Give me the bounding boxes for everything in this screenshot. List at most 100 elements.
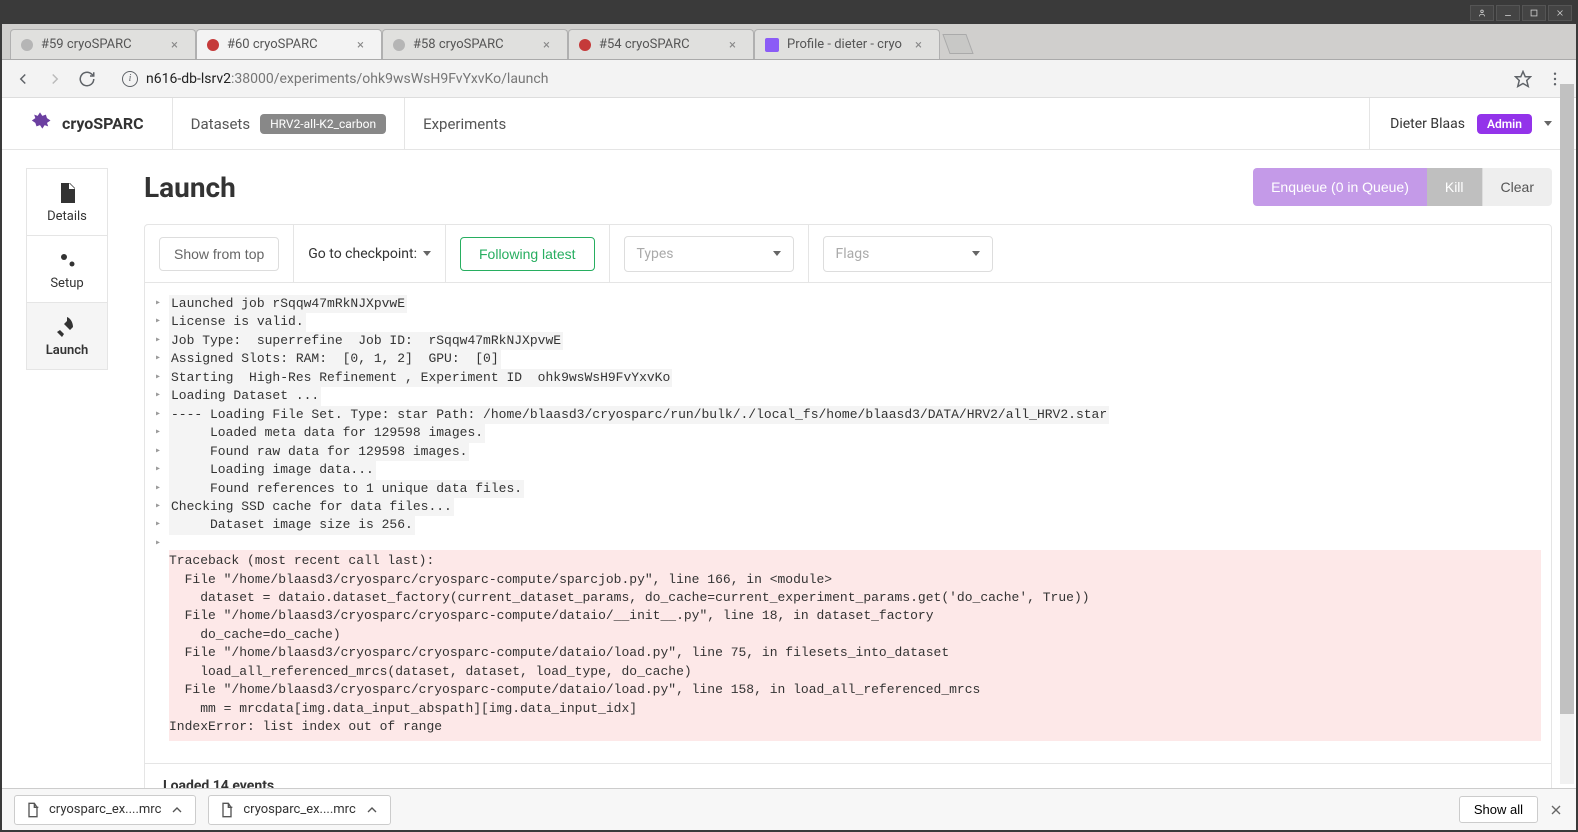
log-line: ▸ Found references to 1 unique data file… bbox=[155, 480, 1541, 498]
tab-title: #58 cryoSPARC bbox=[413, 37, 537, 52]
expand-caret-icon[interactable]: ▸ bbox=[155, 463, 169, 477]
log-text: Checking SSD cache for data files... bbox=[169, 498, 454, 516]
goto-checkpoint-dropdown[interactable]: Go to checkpoint: bbox=[308, 246, 431, 262]
sidebar-launch-label: Launch bbox=[46, 343, 89, 358]
app-logo[interactable]: cryoSPARC bbox=[26, 110, 172, 138]
browser-toolbar: i n616-db-lsrv2:38000/experiments/ohk9ws… bbox=[2, 60, 1576, 98]
close-tab-icon[interactable]: × bbox=[543, 38, 557, 52]
tab-favicon bbox=[579, 39, 591, 51]
app-header: cryoSPARC Datasets HRV2-all-K2_carbon Ex… bbox=[2, 98, 1576, 150]
os-close-button[interactable] bbox=[1548, 5, 1572, 21]
expand-caret-icon[interactable]: ▸ bbox=[155, 482, 169, 496]
download-item-1[interactable]: cryosparc_ex....mrc bbox=[14, 795, 196, 825]
log-toolbar: Show from top Go to checkpoint: Followin… bbox=[145, 225, 1551, 283]
browser-tab-strip: #59 cryoSPARC×#60 cryoSPARC×#58 cryoSPAR… bbox=[2, 24, 1576, 60]
address-bar[interactable]: i n616-db-lsrv2:38000/experiments/ohk9ws… bbox=[110, 65, 1500, 93]
chevron-up-icon[interactable] bbox=[364, 802, 380, 818]
log-text: Launched job rSqqw47mRkNJXpvwE bbox=[169, 295, 407, 313]
log-line: ▸Checking SSD cache for data files... bbox=[155, 498, 1541, 516]
tab-favicon bbox=[21, 39, 33, 51]
chevron-down-icon bbox=[1544, 121, 1552, 126]
clear-button[interactable]: Clear bbox=[1482, 168, 1552, 206]
log-text: Assigned Slots: RAM: [0, 1, 2] GPU: [0] bbox=[169, 350, 501, 368]
browser-tab[interactable]: #54 cryoSPARC× bbox=[568, 29, 754, 59]
log-text: Found raw data for 129598 images. bbox=[169, 443, 469, 461]
expand-caret-icon[interactable]: ▸ bbox=[155, 315, 169, 329]
back-button[interactable] bbox=[14, 70, 32, 88]
vertical-scrollbar[interactable] bbox=[1560, 84, 1574, 784]
tab-favicon bbox=[765, 38, 779, 52]
traceback-line: File "/home/blaasd3/cryosparc/cryosparc-… bbox=[169, 644, 1537, 662]
sidebar-launch[interactable]: Launch bbox=[26, 302, 108, 370]
os-minimize-button[interactable] bbox=[1496, 5, 1520, 21]
url-host: n616-db-lsrv2 bbox=[146, 71, 231, 87]
traceback-line: IndexError: list index out of range bbox=[169, 718, 1537, 736]
os-maximize-button[interactable] bbox=[1522, 5, 1546, 21]
site-info-icon[interactable]: i bbox=[122, 71, 138, 87]
chevron-up-icon[interactable] bbox=[169, 802, 185, 818]
expand-caret-icon[interactable]: ▸ bbox=[155, 500, 169, 514]
close-tab-icon[interactable]: × bbox=[171, 38, 185, 52]
chevron-down-icon bbox=[773, 251, 781, 256]
log-text: Dataset image size is 256. bbox=[169, 516, 415, 534]
tab-title: #60 cryoSPARC bbox=[227, 37, 351, 52]
kill-button[interactable]: Kill bbox=[1427, 168, 1482, 206]
scrollbar-thumb[interactable] bbox=[1560, 84, 1574, 714]
forward-button[interactable] bbox=[46, 70, 64, 88]
download-filename: cryosparc_ex....mrc bbox=[49, 802, 161, 817]
os-user-icon[interactable] bbox=[1470, 5, 1494, 21]
flags-select[interactable]: Flags bbox=[823, 236, 993, 272]
expand-caret-icon[interactable]: ▸ bbox=[155, 408, 169, 422]
traceback-line: do_cache=do_cache) bbox=[169, 626, 1537, 644]
show-all-downloads-button[interactable]: Show all bbox=[1459, 796, 1538, 823]
expand-caret-icon[interactable]: ▸ bbox=[155, 297, 169, 311]
enqueue-button[interactable]: Enqueue (0 in Queue) bbox=[1253, 168, 1427, 206]
header-user-area[interactable]: Dieter Blaas Admin bbox=[1369, 98, 1552, 150]
log-line: ▸Job Type: superrefine Job ID: rSqqw47mR… bbox=[155, 332, 1541, 350]
browser-tab[interactable]: Profile - dieter - cryo× bbox=[754, 29, 940, 59]
close-tab-icon[interactable]: × bbox=[915, 38, 929, 52]
close-tab-icon[interactable]: × bbox=[729, 38, 743, 52]
log-line: ▸License is valid. bbox=[155, 313, 1541, 331]
nav-experiments[interactable]: Experiments bbox=[404, 98, 524, 150]
reload-button[interactable] bbox=[78, 70, 96, 88]
traceback-line: File "/home/blaasd3/cryosparc/cryosparc-… bbox=[169, 607, 1537, 625]
log-line: ▸ Loaded meta data for 129598 images. bbox=[155, 424, 1541, 442]
bookmark-star-icon[interactable] bbox=[1514, 70, 1532, 88]
expand-caret-icon[interactable]: ▸ bbox=[155, 371, 169, 385]
browser-tab[interactable]: #58 cryoSPARC × bbox=[382, 29, 568, 59]
following-latest-button[interactable]: Following latest bbox=[460, 237, 595, 271]
expand-caret-icon[interactable]: ▸ bbox=[155, 445, 169, 459]
traceback-block: Traceback (most recent call last): File … bbox=[169, 550, 1541, 741]
sidebar-details-label: Details bbox=[47, 209, 87, 224]
browser-tab[interactable]: #59 cryoSPARC× bbox=[10, 29, 196, 59]
log-text: Loading image data... bbox=[169, 461, 376, 479]
expand-caret-icon[interactable]: ▸ bbox=[155, 352, 169, 366]
log-line: ▸Starting High-Res Refinement , Experime… bbox=[155, 369, 1541, 387]
close-shelf-icon[interactable] bbox=[1548, 802, 1564, 818]
log-line: ▸---- Loading File Set. Type: star Path:… bbox=[155, 406, 1541, 424]
browser-tab[interactable]: #60 cryoSPARC × bbox=[196, 29, 382, 59]
types-select[interactable]: Types bbox=[624, 236, 794, 272]
traceback-line: File "/home/blaasd3/cryosparc/cryosparc-… bbox=[169, 681, 1537, 699]
expand-caret-icon[interactable]: ▸ bbox=[155, 537, 169, 551]
nav-datasets-label: Datasets bbox=[191, 115, 250, 133]
sidebar-details[interactable]: Details bbox=[26, 168, 108, 236]
sidebar-setup[interactable]: Setup bbox=[26, 235, 108, 303]
nav-datasets[interactable]: Datasets HRV2-all-K2_carbon bbox=[172, 98, 404, 150]
new-tab-button[interactable] bbox=[942, 34, 973, 54]
gears-icon bbox=[55, 248, 79, 272]
tab-favicon bbox=[207, 39, 219, 51]
show-from-top-button[interactable]: Show from top bbox=[159, 237, 279, 271]
expand-caret-icon[interactable]: ▸ bbox=[155, 389, 169, 403]
log-line: ▸Launched job rSqqw47mRkNJXpvwE bbox=[155, 295, 1541, 313]
download-item-2[interactable]: cryosparc_ex....mrc bbox=[208, 795, 390, 825]
file-icon bbox=[219, 802, 235, 818]
dataset-badge: HRV2-all-K2_carbon bbox=[260, 114, 386, 134]
expand-caret-icon[interactable]: ▸ bbox=[155, 426, 169, 440]
traceback-line: File "/home/blaasd3/cryosparc/cryosparc-… bbox=[169, 571, 1537, 589]
chevron-down-icon bbox=[423, 251, 431, 256]
expand-caret-icon[interactable]: ▸ bbox=[155, 334, 169, 348]
expand-caret-icon[interactable]: ▸ bbox=[155, 518, 169, 532]
close-tab-icon[interactable]: × bbox=[357, 38, 371, 52]
